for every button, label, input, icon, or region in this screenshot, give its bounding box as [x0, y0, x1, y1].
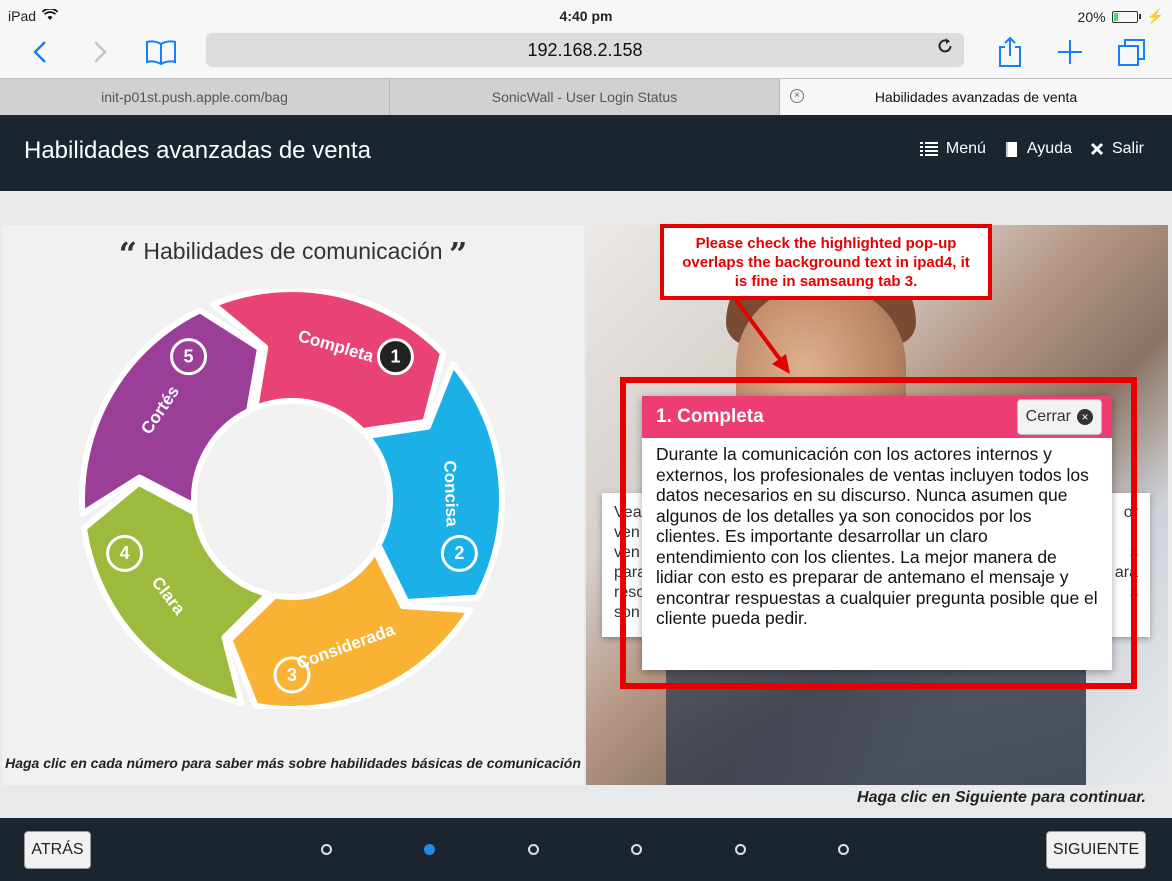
- list-icon: [919, 142, 938, 156]
- reload-button[interactable]: [936, 37, 954, 61]
- status-bar: iPad 4:40 pm 20% ⚡: [0, 0, 1172, 30]
- cycle-number-button[interactable]: 1: [376, 338, 414, 376]
- app-nav: Menú Ayuda Salir: [919, 140, 1144, 158]
- forward-button[interactable]: [86, 34, 114, 70]
- battery-percent: 20%: [1077, 8, 1106, 25]
- cycle-number-label: 1: [390, 346, 400, 366]
- close-circle-icon: ×: [1077, 409, 1093, 425]
- popup-body: Durante la comunicación con los actores …: [656, 444, 1098, 628]
- tabs-icon: [1118, 39, 1145, 66]
- cycle-number-label: 3: [287, 665, 297, 685]
- page-dots: [0, 844, 1172, 856]
- page-dot[interactable]: [527, 844, 539, 855]
- tab-close-icon[interactable]: ×: [790, 89, 804, 103]
- page-dot[interactable]: [424, 844, 436, 855]
- exit-label: Salir: [1111, 140, 1144, 157]
- browser-tab-active[interactable]: × Habilidades avanzadas de venta: [780, 79, 1172, 115]
- share-icon: [999, 36, 1021, 67]
- tab-label: Habilidades avanzadas de venta: [874, 89, 1078, 105]
- book-icon: [1005, 141, 1017, 157]
- tab-label: init-p01st.push.apple.com/bag: [101, 89, 288, 105]
- app-header: Habilidades avanzadas de venta Menú Ayud…: [0, 115, 1172, 191]
- tab-label: SonicWall - User Login Status: [491, 89, 678, 105]
- cycle-number-label: 4: [120, 543, 130, 563]
- close-icon: [1090, 142, 1104, 156]
- close-quote: ”: [448, 235, 468, 273]
- url-text: 192.168.2.158: [527, 39, 643, 60]
- battery-fill: [1113, 12, 1118, 21]
- help-label: Ayuda: [1026, 140, 1072, 157]
- browser-tab[interactable]: SonicWall - User Login Status: [390, 79, 780, 115]
- open-quote: “: [118, 235, 138, 273]
- popup-header: 1. Completa Cerrar ×: [642, 396, 1112, 438]
- plus-icon: [1058, 40, 1082, 64]
- battery-tip: [1138, 14, 1141, 19]
- book-icon: [146, 40, 176, 65]
- cycle-segment-label: Concisa: [440, 460, 461, 527]
- exit-button[interactable]: Salir: [1090, 140, 1144, 158]
- status-right: 20% ⚡: [1078, 8, 1164, 25]
- reload-icon: [938, 38, 952, 53]
- next-button[interactable]: SIGUIENTE: [1046, 831, 1146, 869]
- chevron-right-icon: [94, 41, 107, 63]
- chevron-left-icon: [33, 41, 46, 63]
- cycle-number-label: 2: [454, 543, 464, 563]
- page-dot[interactable]: [838, 844, 849, 855]
- footer-nav: ATRÁS SIGUIENTE: [0, 818, 1172, 881]
- popup-close-button[interactable]: Cerrar ×: [1016, 399, 1102, 435]
- annotation-arrow-icon: [734, 298, 790, 374]
- page-dot[interactable]: [631, 844, 643, 855]
- continue-hint: Haga clic en Siguiente para continuar.: [857, 789, 1146, 806]
- panel-heading-text: Habilidades de comunicación: [143, 238, 443, 264]
- status-time: 4:40 pm: [559, 8, 613, 24]
- help-button[interactable]: Ayuda: [1004, 140, 1072, 158]
- battery-icon: [1111, 10, 1138, 23]
- communication-cycle-diagram: Completa 1Concisa2Considerada3Clara4Corté…: [79, 289, 505, 709]
- bookmarks-button[interactable]: [142, 34, 180, 70]
- charging-icon: ⚡: [1146, 8, 1164, 24]
- popup-title: 1. Completa: [656, 406, 764, 427]
- cycle-segment-5: [79, 307, 263, 517]
- menu-label: Menú: [945, 140, 986, 157]
- new-tab-button[interactable]: [1052, 34, 1088, 70]
- content-area: “ Habilidades de comunicación ” Completa…: [0, 191, 1172, 818]
- share-button[interactable]: [992, 34, 1028, 70]
- app-title: Habilidades avanzadas de venta: [24, 137, 371, 164]
- popup-close-label: Cerrar: [1025, 408, 1071, 425]
- review-annotation: Please check the highlighted pop-up over…: [660, 224, 992, 300]
- browser-tab[interactable]: init-p01st.push.apple.com/bag: [0, 79, 390, 115]
- tabs-button[interactable]: [1114, 34, 1150, 70]
- tab-strip: init-p01st.push.apple.com/bag SonicWall …: [0, 78, 1172, 115]
- popup-dialog: 1. Completa Cerrar × Durante la comunica…: [642, 396, 1112, 670]
- page-dot[interactable]: [321, 844, 332, 855]
- menu-button[interactable]: Menú: [919, 140, 986, 158]
- panel-heading: “ Habilidades de comunicación ”: [2, 229, 584, 273]
- url-bar[interactable]: 192.168.2.158: [206, 33, 964, 67]
- back-button[interactable]: [26, 34, 54, 70]
- panel-caption: Haga clic en cada número para saber más …: [5, 755, 581, 771]
- cycle-number-label: 5: [184, 346, 194, 366]
- communication-panel: “ Habilidades de comunicación ” Completa…: [2, 225, 584, 785]
- page-dot[interactable]: [734, 844, 746, 855]
- browser-toolbar: 192.168.2.158: [0, 30, 1172, 78]
